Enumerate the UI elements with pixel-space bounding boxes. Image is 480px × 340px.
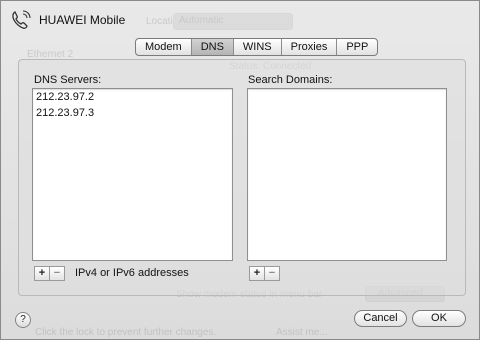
tab-proxies[interactable]: Proxies [282,39,338,55]
tab-wins[interactable]: WINS [234,39,282,55]
location-value: Automatic [179,15,224,26]
cancel-button[interactable]: Cancel [354,310,407,327]
tab-ppp[interactable]: PPP [337,39,377,55]
dns-server-entry[interactable]: 212.23.97.2 [33,89,232,105]
dns-servers-label: DNS Servers: [34,74,102,86]
remove-search-domain-button[interactable]: − [265,266,280,281]
tab-dns[interactable]: DNS [191,39,234,55]
search-domains-list[interactable] [247,88,447,261]
add-search-domain-button[interactable]: + [249,266,265,281]
help-icon[interactable]: ? [15,312,31,328]
tab-modem[interactable]: Modem [136,39,192,55]
dns-server-entry[interactable]: 212.23.97.3 [33,105,232,121]
modem-settings-sheet: Location: Automatic Ethernet 2 Status: C… [0,0,480,340]
search-domains-add-remove: + − [249,266,280,281]
dns-servers-add-remove: + − [34,266,65,281]
assist-me-label: Assist me... [276,327,328,338]
location-label: Location: [146,16,187,27]
remove-dns-server-button[interactable]: − [50,266,65,281]
lock-text: Click the lock to prevent further change… [35,327,217,338]
ok-button[interactable]: OK [412,310,466,327]
dns-servers-list[interactable]: 212.23.97.2 212.23.97.3 [32,88,233,261]
search-domains-label: Search Domains: [248,74,333,86]
window-title: HUAWEI Mobile [39,13,126,27]
phone-icon [12,10,31,29]
add-dns-server-button[interactable]: + [34,266,50,281]
address-hint: IPv4 or IPv6 addresses [75,267,189,279]
settings-tab-bar: Modem DNS WINS Proxies PPP [135,38,379,56]
location-popup [173,13,293,30]
